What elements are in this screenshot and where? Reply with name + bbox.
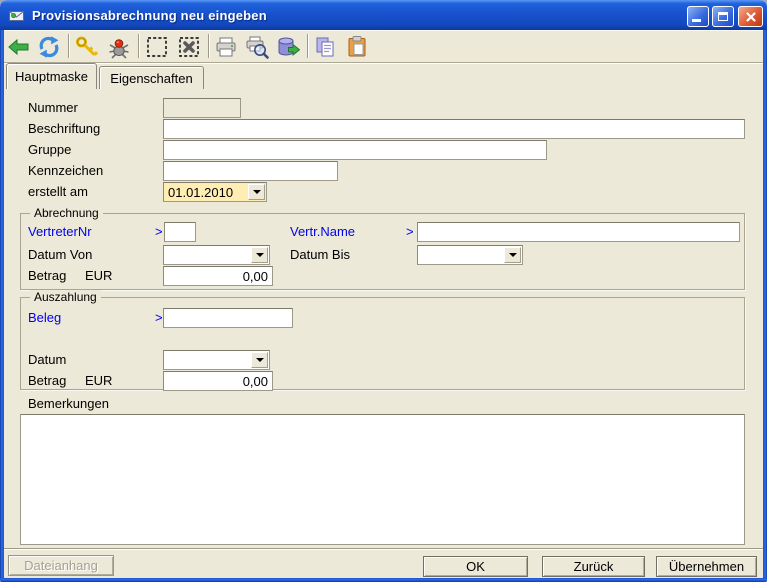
datum-von-combobox[interactable] — [163, 245, 270, 265]
toolbar-separator — [307, 34, 309, 58]
tab-eigenschaften[interactable]: Eigenschaften — [99, 66, 204, 89]
toolbar — [4, 30, 763, 63]
toolbar-separator — [68, 34, 70, 58]
maximize-button[interactable] — [712, 6, 734, 27]
auszahlung-groupbox: Auszahlung — [20, 297, 745, 390]
auszahlung-betrag-field[interactable] — [163, 371, 273, 391]
beleg-link-arrow: > — [155, 310, 163, 325]
datum-von-label: Datum Von — [28, 247, 92, 262]
tab-hauptmaske[interactable]: Hauptmaske — [6, 63, 97, 89]
nummer-label: Nummer — [28, 100, 78, 115]
mail-image-icon — [8, 6, 26, 24]
database-export-icon[interactable] — [275, 33, 301, 60]
abrechnung-betrag-field[interactable] — [163, 266, 273, 286]
spider-icon[interactable] — [106, 33, 132, 60]
vertreternr-field[interactable] — [164, 222, 196, 242]
paste-icon[interactable] — [344, 33, 370, 60]
auszahlung-datum-label: Datum — [28, 352, 66, 367]
bemerkungen-label: Bemerkungen — [28, 396, 109, 411]
toolbar-separator — [138, 34, 140, 58]
print-preview-icon[interactable] — [244, 33, 270, 60]
vertr-name-link-arrow: > — [406, 224, 414, 239]
selection-frame-icon[interactable] — [144, 33, 170, 60]
minimize-button[interactable] — [687, 6, 709, 27]
abrechnung-group-title: Abrechnung — [30, 206, 103, 220]
chevron-down-icon[interactable] — [251, 352, 268, 368]
beschriftung-field[interactable] — [163, 119, 745, 139]
abrechnung-betrag-currency: EUR — [85, 268, 112, 283]
auszahlung-betrag-label: Betrag — [28, 373, 66, 388]
key-icon[interactable] — [74, 33, 100, 60]
bemerkungen-textarea[interactable] — [20, 414, 745, 545]
gruppe-field[interactable] — [163, 140, 547, 160]
kennzeichen-label: Kennzeichen — [28, 163, 103, 178]
window-title: Provisionsabrechnung neu eingeben — [32, 8, 267, 23]
ok-button[interactable]: OK — [423, 556, 528, 577]
erstellt-am-combobox[interactable]: 01.01.2010 — [163, 182, 267, 202]
datum-bis-combobox[interactable] — [417, 245, 523, 265]
kennzeichen-field[interactable] — [163, 161, 338, 181]
beschriftung-label: Beschriftung — [28, 121, 100, 136]
erstellt-am-value: 01.01.2010 — [168, 185, 233, 200]
tabbar: Hauptmaske Eigenschaften — [4, 63, 763, 89]
window-frame — [0, 578, 767, 582]
copy-icon[interactable] — [312, 33, 338, 60]
erstellt-am-label: erstellt am — [28, 184, 88, 199]
dialog-window: Provisionsabrechnung neu eingeben — [0, 0, 767, 582]
datum-bis-label: Datum Bis — [290, 247, 350, 262]
window-frame — [763, 30, 767, 578]
refresh-icon[interactable] — [36, 33, 62, 60]
titlebar[interactable]: Provisionsabrechnung neu eingeben — [0, 0, 767, 30]
vertr-name-label[interactable]: Vertr.Name — [290, 224, 355, 239]
auszahlung-group-title: Auszahlung — [30, 290, 101, 304]
gruppe-label: Gruppe — [28, 142, 71, 157]
footer-separator — [4, 548, 763, 550]
vertreternr-link-arrow: > — [155, 224, 163, 239]
auszahlung-datum-combobox[interactable] — [163, 350, 270, 370]
close-button[interactable] — [738, 6, 763, 27]
back-icon[interactable] — [6, 33, 32, 60]
window-frame — [0, 30, 4, 578]
auszahlung-betrag-currency: EUR — [85, 373, 112, 388]
clear-selection-icon[interactable] — [176, 33, 202, 60]
vertreternr-label[interactable]: VertreterNr — [28, 224, 92, 239]
abrechnung-betrag-label: Betrag — [28, 268, 66, 283]
beleg-label[interactable]: Beleg — [28, 310, 61, 325]
toolbar-separator — [208, 34, 210, 58]
zurueck-button[interactable]: Zurück — [542, 556, 645, 577]
chevron-down-icon[interactable] — [504, 247, 521, 263]
chevron-down-icon[interactable] — [248, 184, 265, 200]
nummer-field — [163, 98, 241, 118]
chevron-down-icon[interactable] — [251, 247, 268, 263]
print-icon[interactable] — [213, 33, 239, 60]
dateianhang-button: Dateianhang — [8, 555, 114, 576]
uebernehmen-button[interactable]: Übernehmen — [656, 556, 757, 577]
beleg-field[interactable] — [163, 308, 293, 328]
vertr-name-field[interactable] — [417, 222, 740, 242]
